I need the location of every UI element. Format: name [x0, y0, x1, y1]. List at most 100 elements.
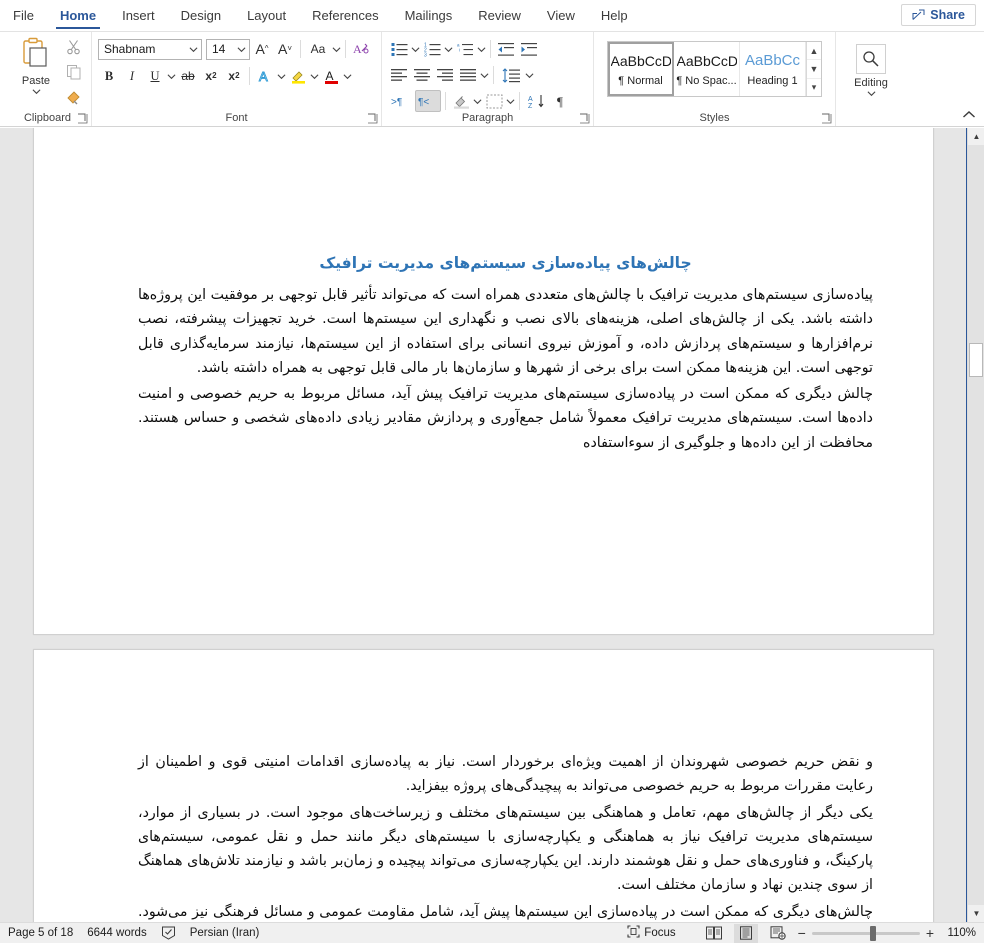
- underline-label: U: [150, 68, 160, 83]
- read-mode-icon[interactable]: [702, 924, 726, 943]
- status-page-info[interactable]: Page 5 of 18: [8, 927, 73, 939]
- zoom-slider-thumb[interactable]: [869, 925, 876, 941]
- focus-mode-button[interactable]: Focus: [627, 925, 676, 941]
- status-word-count[interactable]: 6644 words: [87, 927, 146, 939]
- styles-scroll-down-icon[interactable]: ▼: [807, 60, 821, 79]
- chevron-down-icon[interactable]: [237, 45, 246, 54]
- print-layout-icon[interactable]: [733, 923, 758, 943]
- editing-button[interactable]: Editing: [843, 40, 899, 98]
- grow-font-button[interactable]: A ^: [251, 38, 273, 60]
- styles-gallery[interactable]: AaBbCcDc ¶ Normal AaBbCcDc ¶ No Spac... …: [607, 41, 822, 97]
- chevron-down-icon[interactable]: [277, 72, 286, 81]
- zoom-slider[interactable]: − +: [798, 925, 934, 941]
- underline-button[interactable]: U: [144, 65, 166, 87]
- decrease-indent-icon[interactable]: [495, 38, 517, 60]
- borders-icon[interactable]: [483, 90, 505, 112]
- text-highlight-icon[interactable]: [287, 65, 309, 87]
- scrollbar-thumb[interactable]: [969, 343, 983, 377]
- tab-home[interactable]: Home: [47, 3, 109, 31]
- web-layout-icon[interactable]: [766, 924, 790, 943]
- chevron-down-icon[interactable]: [867, 89, 876, 98]
- right-to-left-icon[interactable]: ¶<: [415, 90, 441, 112]
- zoom-level-value[interactable]: 110%: [942, 927, 976, 939]
- change-case-button[interactable]: Aa: [305, 38, 331, 60]
- paragraph-dialog-launcher[interactable]: [579, 113, 590, 124]
- increase-indent-icon[interactable]: [518, 38, 540, 60]
- chevron-down-icon[interactable]: [506, 97, 515, 106]
- copy-icon[interactable]: [66, 64, 82, 85]
- collapse-ribbon-chevron-icon[interactable]: [962, 108, 976, 122]
- chevron-down-icon[interactable]: [343, 72, 352, 81]
- superscript-button[interactable]: x2: [223, 65, 245, 87]
- proofing-errors-icon[interactable]: [161, 926, 176, 940]
- scroll-up-arrow-icon[interactable]: ▲: [968, 128, 984, 145]
- chevron-down-icon[interactable]: [480, 71, 489, 80]
- text-effects-icon[interactable]: A: [254, 65, 276, 87]
- left-to-right-icon[interactable]: >¶: [388, 90, 414, 112]
- subscript-button[interactable]: x2: [200, 65, 222, 87]
- font-size-input[interactable]: 14: [206, 38, 250, 60]
- italic-button[interactable]: I: [121, 65, 143, 87]
- chevron-down-icon[interactable]: [444, 45, 453, 54]
- bold-button[interactable]: B: [98, 65, 120, 87]
- shrink-font-button[interactable]: A ˅: [274, 38, 296, 60]
- scroll-down-arrow-icon[interactable]: ▼: [968, 905, 984, 922]
- line-spacing-icon[interactable]: [498, 64, 524, 86]
- tab-insert[interactable]: Insert: [109, 3, 168, 31]
- font-name-input[interactable]: Shabnam: [98, 38, 202, 60]
- tab-layout[interactable]: Layout: [234, 3, 299, 31]
- sort-icon[interactable]: AZ: [524, 90, 550, 112]
- tab-file[interactable]: File: [0, 3, 47, 31]
- scrollbar-track[interactable]: [968, 145, 984, 905]
- style-item-heading-1[interactable]: AaBbCс Heading 1: [740, 42, 806, 96]
- cut-scissors-icon[interactable]: [66, 39, 82, 60]
- chevron-down-icon[interactable]: [167, 72, 176, 81]
- document-page-2[interactable]: و نقض حریم خصوصی شهروندان از اهمیت ویژه‌…: [33, 649, 934, 922]
- chevron-down-icon[interactable]: [473, 97, 482, 106]
- style-item-no-spacing[interactable]: AaBbCcDc ¶ No Spac...: [674, 42, 740, 96]
- styles-more-icon[interactable]: ▾: [807, 79, 821, 96]
- align-left-icon[interactable]: [388, 64, 410, 86]
- tab-view[interactable]: View: [534, 3, 588, 31]
- chevron-down-icon[interactable]: [189, 45, 198, 54]
- styles-gallery-scroll[interactable]: ▲ ▼ ▾: [806, 42, 821, 96]
- tab-review[interactable]: Review: [465, 3, 534, 31]
- styles-scroll-up-icon[interactable]: ▲: [807, 42, 821, 61]
- bullets-icon[interactable]: [388, 38, 410, 60]
- font-dialog-launcher[interactable]: [367, 113, 378, 124]
- clipboard-dialog-launcher[interactable]: [77, 113, 88, 124]
- tab-help[interactable]: Help: [588, 3, 641, 31]
- numbering-icon[interactable]: 123: [421, 38, 443, 60]
- tab-design[interactable]: Design: [168, 3, 234, 31]
- show-paragraph-marks-icon[interactable]: ¶: [551, 90, 573, 112]
- clear-formatting-icon[interactable]: A: [350, 38, 372, 60]
- align-center-icon[interactable]: [411, 64, 433, 86]
- chevron-down-icon[interactable]: [32, 87, 41, 96]
- strikethrough-button[interactable]: ab: [177, 65, 199, 87]
- format-painter-icon[interactable]: [66, 89, 82, 110]
- font-color-icon[interactable]: A: [320, 65, 342, 87]
- paste-button[interactable]: Paste: [10, 35, 62, 96]
- zoom-slider-track[interactable]: [811, 925, 920, 941]
- style-item-normal[interactable]: AaBbCcDc ¶ Normal: [608, 42, 674, 96]
- tab-mailings[interactable]: Mailings: [392, 3, 466, 31]
- document-page-1[interactable]: چالش‌های پیاده‌سازی سیستم‌های مدیریت ترا…: [33, 128, 934, 635]
- shading-icon[interactable]: [450, 90, 472, 112]
- multilevel-list-icon[interactable]: ai: [454, 38, 476, 60]
- styles-dialog-launcher[interactable]: [821, 113, 832, 124]
- share-button[interactable]: Share: [901, 4, 976, 26]
- vertical-scrollbar[interactable]: ▲ ▼: [967, 128, 984, 922]
- justify-icon[interactable]: [457, 64, 479, 86]
- chevron-down-icon[interactable]: [411, 45, 420, 54]
- chevron-down-icon[interactable]: [332, 45, 341, 54]
- zoom-in-button[interactable]: +: [926, 926, 934, 940]
- svg-text:A: A: [528, 96, 533, 103]
- zoom-out-button[interactable]: −: [798, 926, 806, 940]
- align-right-icon[interactable]: [434, 64, 456, 86]
- chevron-down-icon[interactable]: [477, 45, 486, 54]
- tab-references[interactable]: References: [299, 3, 391, 31]
- chevron-down-icon[interactable]: [525, 71, 534, 80]
- document-canvas[interactable]: چالش‌های پیاده‌سازی سیستم‌های مدیریت ترا…: [0, 128, 984, 922]
- status-language[interactable]: Persian (Iran): [190, 927, 260, 939]
- chevron-down-icon[interactable]: [310, 72, 319, 81]
